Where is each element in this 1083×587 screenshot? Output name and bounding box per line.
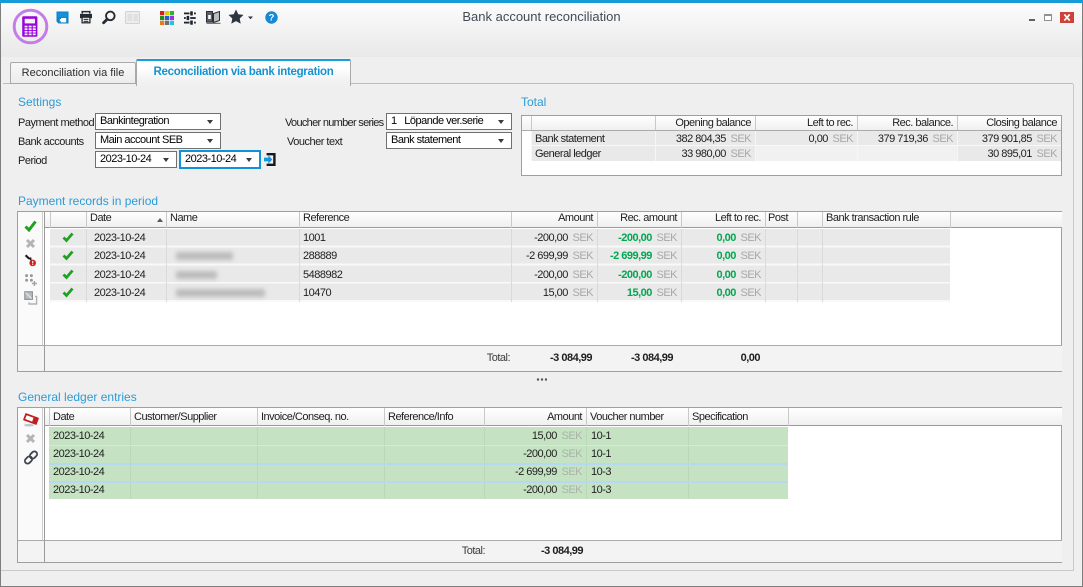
svg-text:?: ? <box>269 13 275 24</box>
